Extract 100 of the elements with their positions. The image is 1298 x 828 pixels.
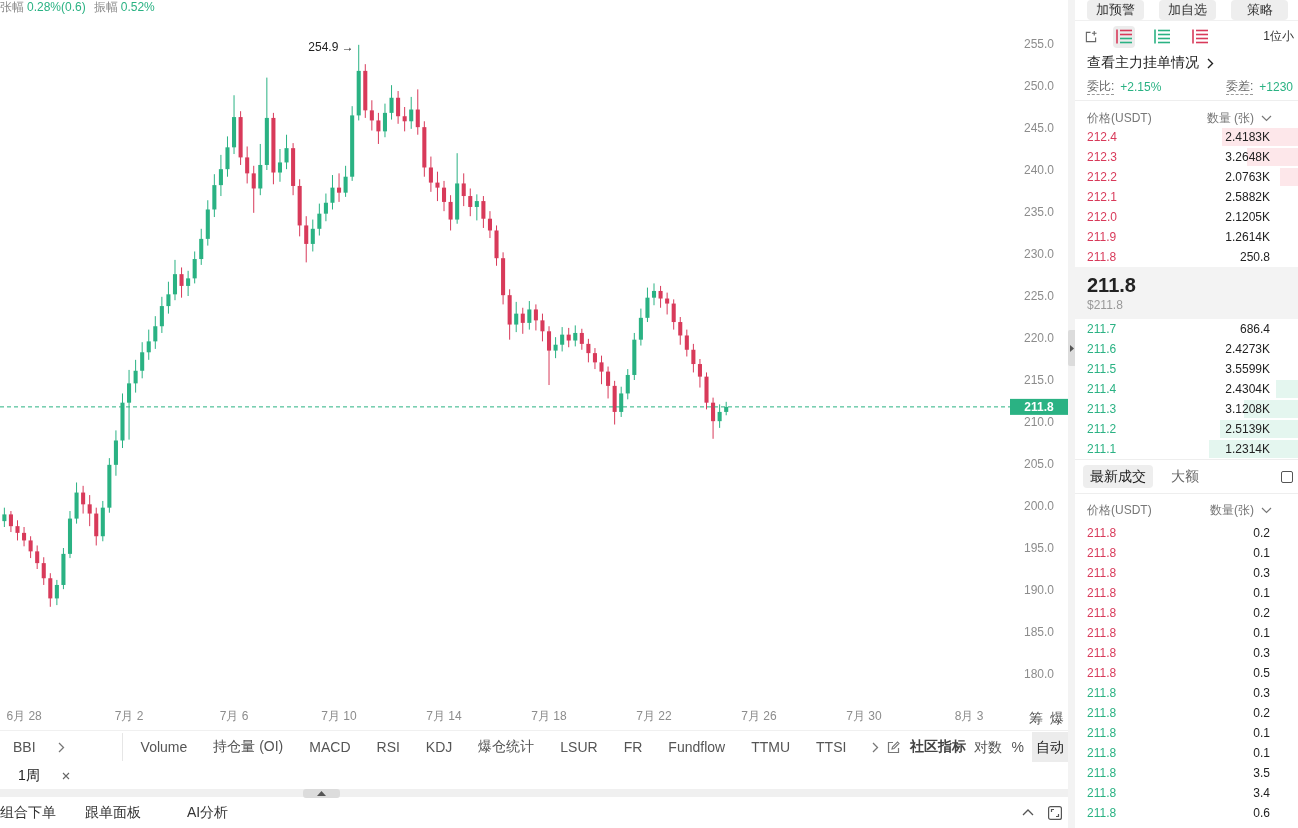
bid-price: 211.4 (1087, 382, 1117, 396)
trade-quantity: 0.1 (1253, 726, 1270, 740)
main-orders-link[interactable]: 查看主力挂单情况 (1087, 54, 1199, 72)
indicator-tab[interactable]: RSI (376, 739, 400, 755)
indicator-tab[interactable]: TTSI (816, 739, 847, 755)
price-axis-label: 230.0 (1023, 247, 1054, 261)
trade-price: 211.8 (1087, 526, 1117, 540)
indicator-tab[interactable]: Volume (140, 739, 188, 755)
price-axis-label: 225.0 (1023, 289, 1054, 303)
trade-price: 211.8 (1087, 786, 1117, 800)
ask-quantity: 2.0763K (1225, 170, 1270, 184)
ask-quantity: 1.2614K (1225, 230, 1270, 244)
column-header: 价格(USDT) (1087, 503, 1152, 517)
panel-collapse-handle[interactable] (1068, 330, 1075, 366)
indicator-tab[interactable]: LSUR (560, 739, 598, 755)
column-header: 数量(张) (1210, 503, 1254, 517)
order-book-icon (1154, 29, 1170, 44)
column-header: 价格(USDT) (1087, 111, 1152, 125)
scale-mode-tab[interactable]: 自动 (1032, 732, 1068, 762)
ask-price: 211.9 (1087, 230, 1117, 244)
trade-price: 211.8 (1087, 586, 1117, 600)
bid-quantity: 2.4273K (1225, 342, 1270, 356)
ask-quantity: 2.5882K (1225, 190, 1270, 204)
time-axis-label: 7月 14 (426, 709, 462, 723)
candle (179, 266, 184, 299)
action-button[interactable]: 加预警 (1087, 0, 1144, 20)
bid-row[interactable]: 211.1 1.2314K (1075, 439, 1298, 459)
ask-row[interactable]: 212.4 2.4183K (1075, 127, 1298, 147)
indicator-tab[interactable]: MACD (309, 739, 351, 755)
bottom-tab[interactable]: 组合下单 (0, 803, 56, 822)
candle (330, 174, 335, 210)
ask-row[interactable]: 212.2 2.0763K (1075, 167, 1298, 187)
community-indicators-button[interactable]: 社区指标 (909, 738, 966, 756)
indicator-tab[interactable]: Fundflow (668, 739, 726, 755)
indicator-tab[interactable]: 持仓量 (OI) (213, 738, 284, 756)
chevron-down-icon[interactable] (1261, 114, 1272, 122)
bid-row[interactable]: 211.6 2.4273K (1075, 339, 1298, 359)
indicator-tab[interactable]: 爆仓统计 (478, 738, 535, 756)
bid-row[interactable]: 211.4 2.4304K (1075, 379, 1298, 399)
price-axis-label: 185.0 (1023, 625, 1054, 639)
time-axis-label: 7月 10 (321, 709, 357, 723)
time-axis-label: 7月 18 (531, 709, 567, 723)
bid-row[interactable]: 211.2 2.5139K (1075, 419, 1298, 439)
precision-selector[interactable]: 1位小 (1263, 28, 1298, 45)
last-price-usd: $211.8 (1087, 297, 1124, 313)
bid-price: 211.6 (1087, 342, 1117, 356)
bid-quantity: 3.5599K (1225, 362, 1270, 376)
stat-label: 振幅 (93, 0, 118, 14)
book-view-button[interactable] (1113, 25, 1135, 48)
ask-price: 212.4 (1087, 130, 1118, 144)
ask-row[interactable]: 212.0 2.1205K (1075, 207, 1298, 227)
bid-quantity: 2.5139K (1225, 422, 1270, 436)
bottom-tab[interactable]: 跟单面板 (85, 803, 141, 822)
ask-row[interactable]: 211.8 250.8 (1075, 247, 1298, 267)
trade-price: 211.8 (1087, 746, 1117, 760)
trade-quantity: 0.3 (1253, 686, 1270, 700)
price-axis-label: 180.0 (1023, 667, 1054, 681)
popout-icon[interactable] (1085, 30, 1097, 43)
time-axis-label: 7月 26 (741, 709, 777, 723)
indicator-tab[interactable]: BBI (13, 739, 36, 755)
price-axis-label: 220.0 (1023, 331, 1054, 345)
panel-expand-handle[interactable] (303, 788, 340, 798)
action-button[interactable]: 策略 (1231, 0, 1288, 20)
chevron-down-icon[interactable] (1261, 506, 1272, 514)
bid-price: 211.2 (1087, 422, 1117, 436)
bid-row[interactable]: 211.5 3.5599K (1075, 359, 1298, 379)
indicator-tab[interactable]: FR (623, 739, 643, 755)
scale-mode-tab[interactable]: 对数 (971, 732, 1004, 762)
expand-icon[interactable] (1048, 805, 1062, 820)
scale-mode-tab[interactable]: % (1009, 732, 1026, 762)
indicator-tab[interactable]: TTMU (751, 739, 791, 755)
bottom-tab[interactable]: AI分析 (187, 803, 229, 822)
checkbox[interactable] (1281, 470, 1293, 483)
price-axis-label: 250.0 (1023, 79, 1054, 93)
trades-tab[interactable]: 大额 (1164, 465, 1206, 488)
trade-quantity: 0.1 (1253, 746, 1270, 760)
chart-tool-button[interactable]: 爆 (1050, 708, 1064, 728)
ask-row[interactable]: 212.1 2.5882K (1075, 187, 1298, 207)
close-icon[interactable] (61, 772, 70, 780)
bid-row[interactable]: 211.3 3.1208K (1075, 399, 1298, 419)
action-button[interactable]: 加自选 (1159, 0, 1216, 20)
ratio-label: 委比: (1087, 79, 1115, 95)
trade-quantity: 0.1 (1253, 586, 1270, 600)
bid-row[interactable]: 211.7 686.4 (1075, 319, 1298, 339)
trade-price: 211.8 (1087, 546, 1117, 560)
edit-icon[interactable] (886, 740, 900, 754)
candle (645, 287, 650, 323)
time-axis-label: 8月 3 (954, 709, 984, 723)
trades-tab[interactable]: 最新成交 (1083, 465, 1153, 488)
stat-value: 0.28%(0.6) (27, 0, 86, 14)
column-header: 数量 (张) (1206, 111, 1254, 125)
chevron-up-icon[interactable] (1022, 809, 1034, 816)
ask-row[interactable]: 211.9 1.2614K (1075, 227, 1298, 247)
indicator-tab[interactable]: KDJ (425, 739, 453, 755)
candle (724, 401, 729, 416)
bid-price: 211.7 (1087, 322, 1117, 336)
bid-price: 211.3 (1087, 402, 1117, 416)
chevron-right-icon[interactable] (1207, 57, 1214, 69)
chart-tool-button[interactable]: 筹 (1029, 708, 1043, 728)
ask-row[interactable]: 212.3 3.2648K (1075, 147, 1298, 167)
